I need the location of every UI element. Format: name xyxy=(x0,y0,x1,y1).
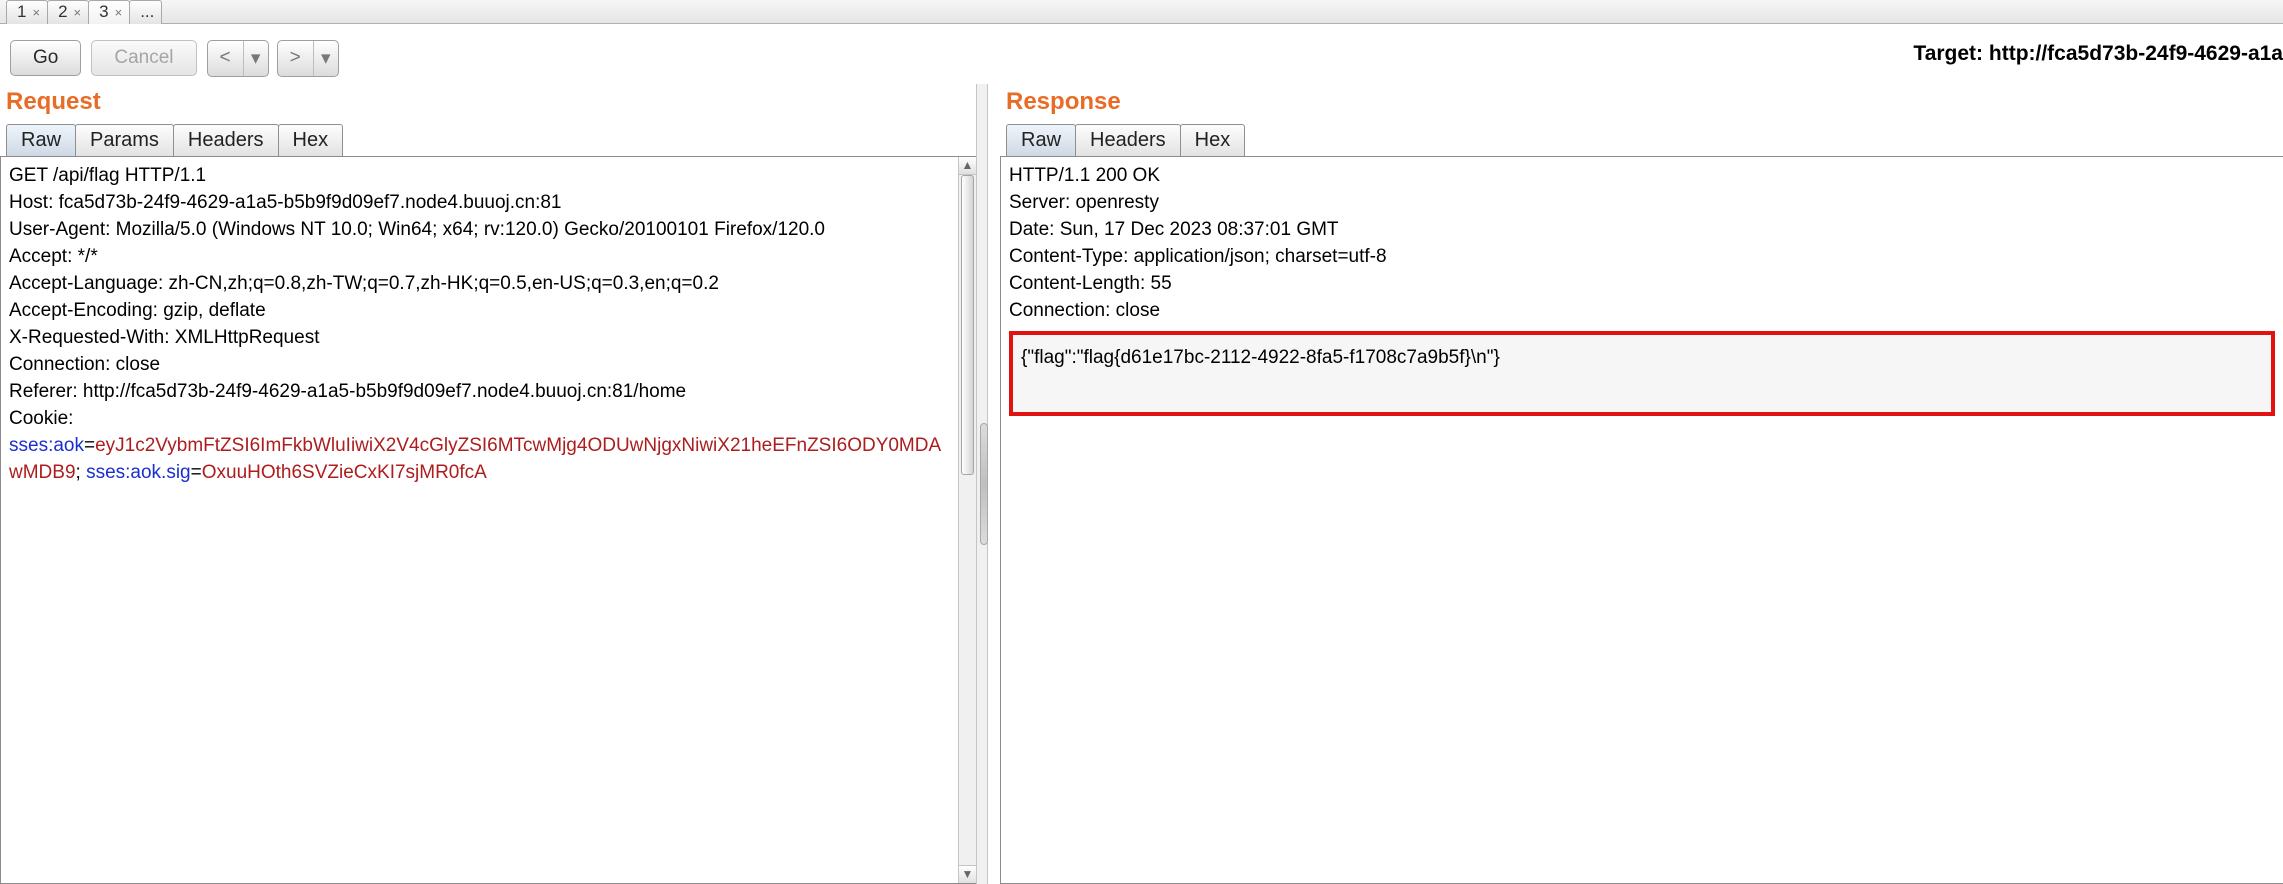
target-value: http://fca5d73b-24f9-4629-a1a xyxy=(1989,42,2283,65)
cookie-value: OxuuHOth6SVZieCxKI7sjMR0fcA xyxy=(202,462,487,483)
request-header: Referer: http://fca5d73b-24f9-4629-a1a5-… xyxy=(9,379,952,406)
cookie-key: sses:aok xyxy=(9,435,84,456)
cancel-button: Cancel xyxy=(91,40,196,76)
top-tab-label: 1 xyxy=(17,2,26,22)
chevron-right-icon: > xyxy=(290,47,301,69)
next-nav-group: > ▾ xyxy=(277,40,339,77)
prev-dropdown[interactable]: ▾ xyxy=(244,41,268,76)
response-title: Response xyxy=(1000,84,2283,124)
chevron-down-icon: ▾ xyxy=(321,47,331,70)
response-header: Date: Sun, 17 Dec 2023 08:37:01 GMT xyxy=(1009,217,2275,244)
prev-button[interactable]: < xyxy=(208,41,244,76)
response-tabs: Raw Headers Hex xyxy=(1006,124,2283,156)
close-icon[interactable]: × xyxy=(32,5,40,20)
response-status-line: HTTP/1.1 200 OK xyxy=(1009,163,2275,190)
close-icon[interactable]: × xyxy=(74,5,82,20)
close-icon[interactable]: × xyxy=(115,5,123,20)
request-header: X-Requested-With: XMLHttpRequest xyxy=(9,325,952,352)
response-header: Content-Length: 55 xyxy=(1009,271,2275,298)
equals: = xyxy=(84,435,95,456)
top-tab-label: 2 xyxy=(58,2,67,22)
cookie-line: sses:aok=eyJ1c2VybmFtZSI6ImFkbWluIiwiX2V… xyxy=(9,433,952,487)
next-dropdown[interactable]: ▾ xyxy=(314,41,338,76)
target-prefix: Target: xyxy=(1913,42,1988,65)
tab-hex[interactable]: Hex xyxy=(278,124,344,156)
split-container: Request Raw Params Headers Hex GET /api/… xyxy=(0,84,2283,884)
top-tab-bar: 1 × 2 × 3 × ... xyxy=(0,0,2283,24)
request-tabs: Raw Params Headers Hex xyxy=(6,124,976,156)
request-header: Accept: */* xyxy=(9,244,952,271)
top-tab-2[interactable]: 2 × xyxy=(47,0,89,24)
response-pane: Response Raw Headers Hex HTTP/1.1 200 OK… xyxy=(988,84,2283,884)
target-label: Target: http://fca5d73b-24f9-4629-a1a xyxy=(1913,42,2283,66)
response-body: {"flag":"flag{d61e17bc-2112-4922-8fa5-f1… xyxy=(1021,347,1500,368)
scroll-thumb[interactable] xyxy=(961,175,974,475)
vertical-scrollbar[interactable]: ▲ ▼ xyxy=(958,157,976,883)
request-pane: Request Raw Params Headers Hex GET /api/… xyxy=(0,84,976,884)
request-line: GET /api/flag HTTP/1.1 xyxy=(9,163,952,190)
chevron-left-icon: < xyxy=(220,47,231,69)
top-tab-more[interactable]: ... xyxy=(129,0,162,24)
response-content[interactable]: HTTP/1.1 200 OK Server: openresty Date: … xyxy=(1000,156,2283,884)
go-button[interactable]: Go xyxy=(10,40,81,76)
equals: = xyxy=(191,462,202,483)
tab-raw[interactable]: Raw xyxy=(6,124,76,156)
tab-headers[interactable]: Headers xyxy=(1075,124,1181,156)
request-header: Host: fca5d73b-24f9-4629-a1a5-b5b9f9d09e… xyxy=(9,190,952,217)
response-header: Connection: close xyxy=(1009,298,2275,325)
top-tab-1[interactable]: 1 × xyxy=(6,0,48,24)
response-header: Server: openresty xyxy=(1009,190,2275,217)
scroll-track[interactable] xyxy=(959,175,976,865)
tab-params[interactable]: Params xyxy=(75,124,174,156)
response-body-highlight: {"flag":"flag{d61e17bc-2112-4922-8fa5-f1… xyxy=(1009,331,2275,416)
chevron-down-icon: ▾ xyxy=(251,47,261,70)
top-tab-label: ... xyxy=(140,2,154,22)
response-header: Content-Type: application/json; charset=… xyxy=(1009,244,2275,271)
pane-divider[interactable] xyxy=(976,84,988,884)
scroll-up-icon[interactable]: ▲ xyxy=(959,157,977,175)
cookie-key: sses:aok.sig xyxy=(86,462,191,483)
scroll-down-icon[interactable]: ▼ xyxy=(959,865,977,883)
next-button[interactable]: > xyxy=(278,41,314,76)
cookie-header-label: Cookie: xyxy=(9,406,952,433)
request-title: Request xyxy=(0,84,976,124)
cookie-separator: ; xyxy=(76,462,87,483)
request-content[interactable]: GET /api/flag HTTP/1.1 Host: fca5d73b-24… xyxy=(0,156,976,884)
toolbar: Go Cancel < ▾ > ▾ Target: http://fca5d73… xyxy=(0,24,2283,84)
top-tab-3[interactable]: 3 × xyxy=(88,0,130,24)
tab-hex[interactable]: Hex xyxy=(1180,124,1246,156)
prev-nav-group: < ▾ xyxy=(207,40,269,77)
request-header: Accept-Language: zh-CN,zh;q=0.8,zh-TW;q=… xyxy=(9,271,952,298)
tab-raw[interactable]: Raw xyxy=(1006,124,1076,156)
request-header: Connection: close xyxy=(9,352,952,379)
tab-headers[interactable]: Headers xyxy=(173,124,279,156)
request-header: User-Agent: Mozilla/5.0 (Windows NT 10.0… xyxy=(9,217,952,244)
top-tab-label: 3 xyxy=(99,2,108,22)
request-header: Accept-Encoding: gzip, deflate xyxy=(9,298,952,325)
